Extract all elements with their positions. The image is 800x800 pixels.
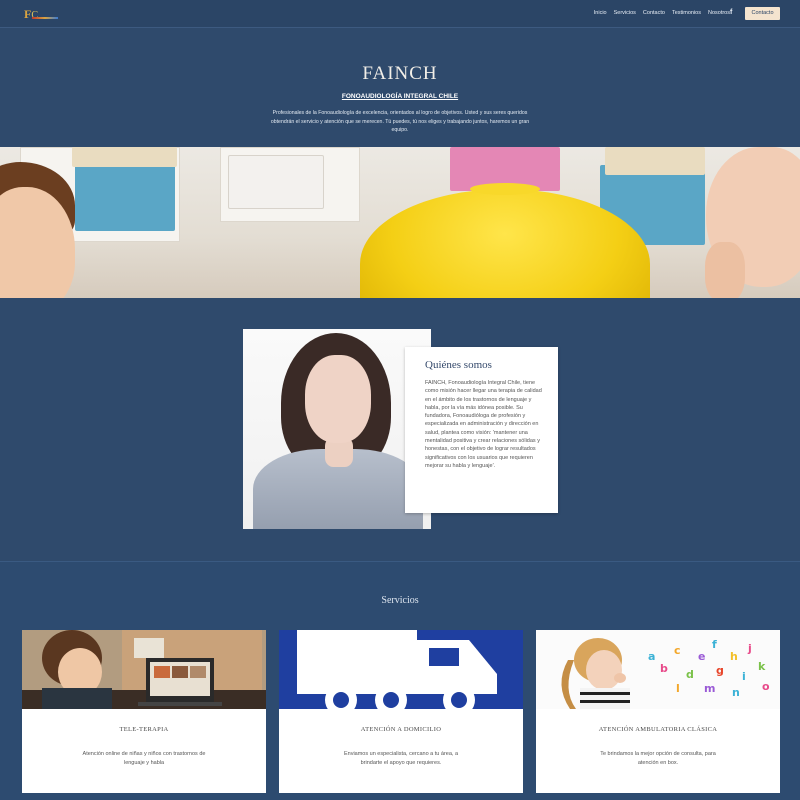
ambulatoria-illustration: a b c d e f g h i j k l m n o <box>536 630 780 709</box>
facebook-icon[interactable]: f <box>730 9 732 16</box>
hero-subtitle: FONOAUDIOLOGÍA INTEGRAL CHILE <box>341 93 459 100</box>
hero-description: Profesionales de la Fonoaudiología de ex… <box>270 110 530 133</box>
svg-text:g: g <box>716 664 724 677</box>
domicilio-image <box>279 630 523 709</box>
about-card: Quiénes somos FAINCH, Fonoaudiología Int… <box>405 347 558 513</box>
svg-text:e: e <box>698 650 705 663</box>
about-title: Quiénes somos <box>425 359 492 371</box>
hero-section: FAINCH FONOAUDIOLOGÍA INTEGRAL CHILE Pro… <box>0 29 800 147</box>
service-text: Te brindamos la mejor opción de consulta… <box>600 751 716 766</box>
svg-text:d: d <box>686 668 694 681</box>
beige-box <box>605 147 705 175</box>
svg-text:j: j <box>747 642 752 655</box>
svg-text:a: a <box>648 650 655 663</box>
svg-text:h: h <box>730 650 738 663</box>
hero-banner-image <box>0 147 800 298</box>
svg-text:i: i <box>742 670 746 683</box>
nav-link-contacto[interactable]: Contacto <box>643 10 665 16</box>
nav-link-inicio[interactable]: Inicio <box>594 10 607 16</box>
pouf-top <box>470 183 540 195</box>
logo-underline <box>32 17 58 19</box>
nav-link-nosotros[interactable]: Nosotros <box>708 10 730 16</box>
top-navbar: FC Inicio Servicios Contacto Testimonios… <box>0 0 800 28</box>
svg-text:b: b <box>660 662 668 675</box>
photo-face <box>305 355 371 443</box>
service-card-teleterapia[interactable]: TELE-TERAPIA Atención online de niñas y … <box>22 630 266 793</box>
brand-logo[interactable]: FC <box>24 6 60 22</box>
svg-text:c: c <box>674 644 681 657</box>
service-card-domicilio[interactable]: ATENCIÓN A DOMICILIO Enviamos un especia… <box>279 630 523 793</box>
service-text: Enviamos un especialista, cercano a tu á… <box>343 751 459 766</box>
svg-text:l: l <box>676 682 680 695</box>
hero-title: FAINCH <box>362 63 438 84</box>
service-card-ambulatoria[interactable]: a b c d e f g h i j k l m n o ATENCIÓN A… <box>536 630 780 793</box>
about-text: FAINCH, Fonoaudiología Integral Chile, t… <box>425 380 542 469</box>
service-title: ATENCIÓN AMBULATORIA CLÁSICA <box>598 726 718 733</box>
nav-links: Inicio Servicios Contacto Testimonios No… <box>594 10 730 16</box>
logo-rest: C <box>31 10 39 21</box>
service-text: Atención online de niñas y niños con tra… <box>82 751 206 766</box>
teleterapia-image <box>22 630 266 709</box>
founder-photo <box>243 329 431 529</box>
contact-button[interactable]: Contacto <box>745 7 780 20</box>
svg-text:k: k <box>758 660 766 673</box>
service-title: ATENCIÓN A DOMICILIO <box>360 726 442 733</box>
svg-text:o: o <box>762 680 770 693</box>
svg-text:f: f <box>712 638 717 651</box>
beige-box <box>72 147 177 167</box>
teleterapia-illustration <box>22 630 266 709</box>
woman-hand <box>705 242 745 298</box>
services-title: Servicios <box>381 595 419 606</box>
blue-storage-box <box>75 161 175 231</box>
ambulatoria-image: a b c d e f g h i j k l m n o <box>536 630 780 709</box>
nav-link-servicios[interactable]: Servicios <box>614 10 636 16</box>
truck-icon <box>279 630 523 709</box>
service-title: TELE-TERAPIA <box>119 726 169 733</box>
svg-text:n: n <box>732 686 740 699</box>
svg-text:m: m <box>704 682 715 695</box>
white-storage-box <box>228 155 324 209</box>
nav-link-testimonios[interactable]: Testimonios <box>672 10 701 16</box>
